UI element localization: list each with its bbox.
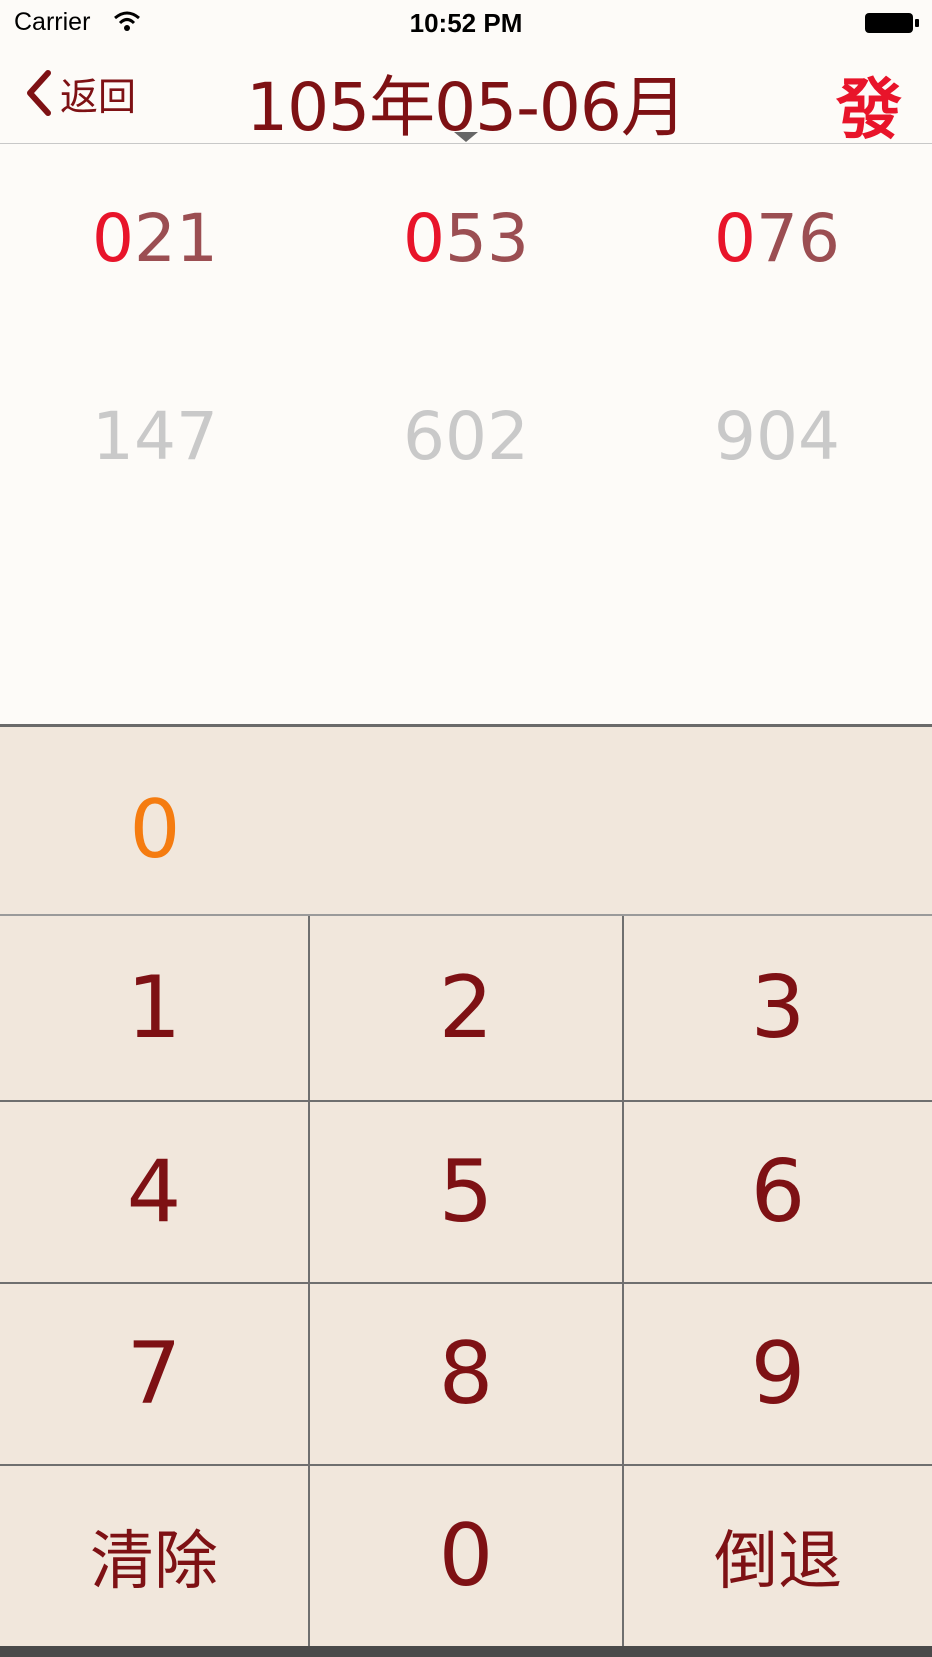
- winning-numbers-row: 147 602 904: [0, 398, 932, 475]
- key-4[interactable]: 4: [0, 1102, 308, 1282]
- winning-number: 147: [92, 398, 218, 475]
- divider: [622, 916, 624, 1646]
- key-8[interactable]: 8: [310, 1284, 622, 1464]
- key-7[interactable]: 7: [0, 1284, 308, 1464]
- winning-number: 602: [403, 398, 529, 475]
- input-display: 0: [129, 783, 181, 876]
- nav-bar: 返回 105年05-06月 發: [0, 46, 932, 148]
- bottom-bar: [0, 1646, 932, 1657]
- number-prefix: 0: [92, 200, 134, 277]
- backspace-button[interactable]: 倒退: [624, 1466, 932, 1646]
- number-prefix: 0: [714, 200, 756, 277]
- caret-down-icon: [454, 132, 478, 142]
- key-9[interactable]: 9: [624, 1284, 932, 1464]
- key-1[interactable]: 1: [0, 916, 308, 1100]
- status-bar: Carrier 10:52 PM: [0, 0, 932, 46]
- key-3[interactable]: 3: [624, 916, 932, 1100]
- prize-button[interactable]: 發: [836, 56, 902, 152]
- number-suffix: 76: [756, 200, 840, 277]
- winning-number: 904: [714, 398, 840, 475]
- number-suffix: 21: [134, 200, 218, 277]
- key-2[interactable]: 2: [310, 916, 622, 1100]
- winning-number: 076: [622, 200, 932, 277]
- divider: [308, 916, 310, 1646]
- divider: [0, 1100, 932, 1102]
- key-0[interactable]: 0: [310, 1466, 622, 1646]
- winning-numbers-row: 021 053 076: [0, 200, 932, 277]
- key-5[interactable]: 5: [310, 1102, 622, 1282]
- battery-icon: [865, 13, 919, 33]
- key-6[interactable]: 6: [624, 1102, 932, 1282]
- number-suffix: 53: [445, 200, 529, 277]
- app-screen: Carrier 10:52 PM 返回 105年05-06月 發 021 053…: [0, 0, 932, 1657]
- keypad-area: 0 1 2 3 4 5 6 7 8 9 清除 0 倒退: [0, 724, 932, 1657]
- divider: [0, 1464, 932, 1466]
- number-prefix: 0: [403, 200, 445, 277]
- clear-button[interactable]: 清除: [0, 1466, 308, 1646]
- winning-number: 021: [0, 200, 310, 277]
- divider: [0, 1282, 932, 1284]
- winning-number: 053: [310, 200, 622, 277]
- status-time: 10:52 PM: [409, 8, 523, 38]
